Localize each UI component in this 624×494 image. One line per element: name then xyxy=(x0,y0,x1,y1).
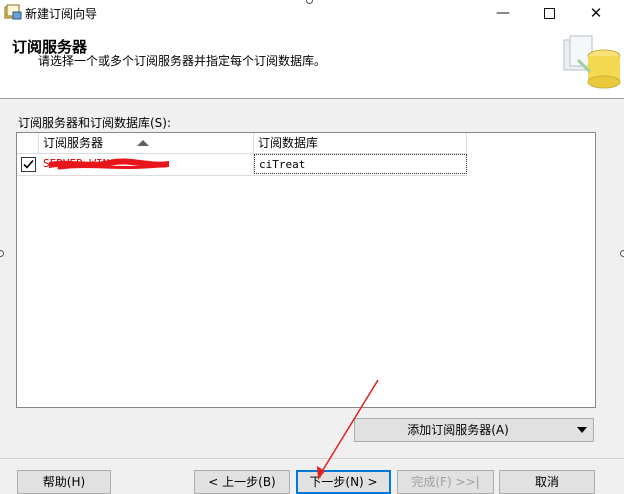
minimize-icon: — xyxy=(496,5,510,21)
footer-divider xyxy=(0,458,624,459)
help-button[interactable]: 帮助(H) xyxy=(17,470,111,494)
subscriber-checkbox[interactable] xyxy=(21,157,36,172)
wizard-header: 订阅服务器 请选择一个或多个订阅服务器并指定每个订阅数据库。 xyxy=(0,26,624,99)
wizard-app-icon xyxy=(4,4,22,20)
cancel-button[interactable]: 取消 xyxy=(499,470,595,494)
subscriber-grid[interactable]: 订阅服务器 订阅数据库 SERVER-WIN ciTreat xyxy=(16,132,596,408)
page-subtitle: 请选择一个或多个订阅服务器并指定每个订阅数据库。 xyxy=(38,54,327,68)
back-button[interactable]: < 上一步(B) xyxy=(194,470,290,494)
dropdown-arrow-icon[interactable] xyxy=(577,427,587,433)
resize-handle-right[interactable] xyxy=(620,250,624,257)
window-title: 新建订阅向导 xyxy=(25,7,98,21)
column-header-database-label: 订阅数据库 xyxy=(258,136,319,150)
resize-handle-left[interactable] xyxy=(0,250,4,257)
table-row[interactable]: SERVER-WIN ciTreat xyxy=(17,154,467,176)
next-button[interactable]: 下一步(N) > xyxy=(296,470,391,494)
grid-header: 订阅服务器 订阅数据库 xyxy=(17,133,467,154)
add-subscriber-button[interactable]: 添加订阅服务器(A) xyxy=(354,418,594,442)
subscriber-server-cell[interactable]: SERVER-WIN xyxy=(39,154,254,174)
subscription-database-cell[interactable]: ciTreat xyxy=(254,154,467,174)
subscriber-grid-label: 订阅服务器和订阅数据库(S): xyxy=(18,116,172,130)
subscription-database-name: ciTreat xyxy=(259,158,306,171)
database-graphic-icon xyxy=(560,30,624,94)
maximize-icon xyxy=(543,7,555,19)
column-header-subscriber[interactable]: 订阅服务器 xyxy=(39,133,254,153)
close-icon: ✕ xyxy=(589,4,603,22)
column-header-check xyxy=(17,133,39,153)
sort-ascending-icon xyxy=(137,140,149,146)
column-header-database[interactable]: 订阅数据库 xyxy=(254,133,467,153)
close-button[interactable]: ✕ xyxy=(573,0,619,26)
minimize-button[interactable]: — xyxy=(480,0,526,26)
finish-button: 完成(F) >>| xyxy=(397,470,494,494)
checkmark-icon xyxy=(23,159,34,169)
redaction-scribble xyxy=(49,158,169,170)
title-bar: 新建订阅向导 — ✕ xyxy=(0,0,624,26)
maximize-button[interactable] xyxy=(526,0,572,26)
add-subscriber-label: 添加订阅服务器(A) xyxy=(407,423,509,437)
column-header-subscriber-label: 订阅服务器 xyxy=(43,136,104,150)
